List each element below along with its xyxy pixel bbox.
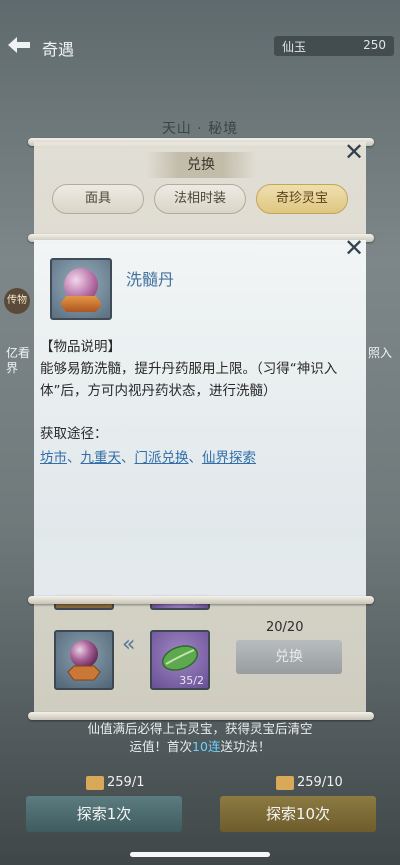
tab-mask[interactable]: 面具 [52,184,144,214]
cost-single: 259/1 [86,775,144,790]
item-name: 洗髓丹 [126,270,175,289]
bottom-note: 仙值满后必得上古灵宝，获得灵宝后清空 运值！首次10连送功法！ [0,720,400,756]
source-link-immortal-explore[interactable]: 仙界探索 [202,450,256,466]
scroll-ticket-icon [276,775,294,790]
note-line-2: 运值！首次10连送功法！ [0,738,400,756]
arrow-left-icon [8,37,30,53]
double-chevron-left-icon: « [122,632,136,657]
source-links: 坊市、九重天、门派兑换、仙界探索 [40,446,256,466]
top-bar: 奇遇 仙玉 250 [0,28,400,64]
scroll-rod-bottom [28,712,374,720]
elixir-orb-icon [67,640,101,681]
home-indicator[interactable] [130,852,270,857]
close-icon: ✕ [343,234,365,262]
scene-title: 天山 · 秘境 [161,121,239,137]
currency-display: 仙玉 250 [274,36,394,56]
explore-ten-button[interactable]: 探索10次 [220,796,376,832]
item-icon-frame [50,258,112,320]
slot-count: 35/2 [179,674,204,687]
close-icon: ✕ [343,138,365,166]
detail-rod-bottom [28,596,374,604]
currency-value: 250 [363,38,386,52]
explore-once-button[interactable]: 探索1次 [26,796,182,832]
source-link-market[interactable]: 坊市 [40,450,67,466]
note-text: 运值！首次 [129,739,193,754]
source-label: 获取途径： [40,426,108,442]
side-text-right: 照入 [368,346,393,360]
detail-footer-area [34,540,366,598]
scroll-ticket-icon [86,775,104,790]
cost-value: 259/1 [107,775,145,790]
note-text: 送功法！ [220,739,271,754]
source-link-ninth-heaven[interactable]: 九重天 [81,450,122,466]
separator: 、 [67,450,81,466]
currency-label: 仙玉 [282,40,307,54]
description-text: 能够易筋洗髓，提升丹药服用上限。（习得“神识入体”后，方可内视丹药状态，进行洗髓… [40,361,338,399]
source-item-slot[interactable] [54,630,114,690]
page-title: 奇遇 [42,40,75,59]
cost-value: 259/10 [297,775,343,790]
tab-label: 奇珍灵宝 [275,191,328,206]
orb-pedestal-icon [60,296,102,312]
separator: 、 [188,450,203,466]
tab-label: 面具 [84,191,111,206]
note-line-1: 仙值满后必得上古灵宝，获得灵宝后清空 [87,721,313,736]
side-text-left: 亿看界 [6,346,31,375]
exchange-close-button[interactable]: ✕ [342,140,366,164]
source-link-sect-exchange[interactable]: 门派兑换 [135,450,189,466]
tab-costume[interactable]: 法相时装 [154,184,246,214]
cost-ten: 259/10 [276,775,343,790]
exchange-row: « 35/2 20/20 兑换 [34,612,366,702]
note-highlight: 10连 [192,739,221,754]
description-heading: 【物品说明】 [40,339,121,355]
exchange-button[interactable]: 兑换 [236,640,342,674]
detail-close-button[interactable]: ✕ [342,236,366,260]
separator: 、 [121,450,135,466]
tab-label: 法相时装 [173,191,226,206]
panel-title: 兑换 [146,152,256,178]
back-button[interactable] [6,34,36,58]
item-description: 【物品说明】 能够易筋洗髓，提升丹药服用上限。（习得“神识入体”后，方可内视丹药… [40,336,360,402]
tab-treasure[interactable]: 奇珍灵宝 [256,184,348,214]
target-item-slot[interactable]: 35/2 [150,630,210,690]
side-badge[interactable]: 传物 [4,288,30,314]
stock-count: 20/20 [266,620,304,635]
item-detail-panel: ✕ 洗髓丹 【物品说明】 能够易筋洗髓，提升丹药服用上限。（习得“神识入体”后，… [34,236,366,598]
